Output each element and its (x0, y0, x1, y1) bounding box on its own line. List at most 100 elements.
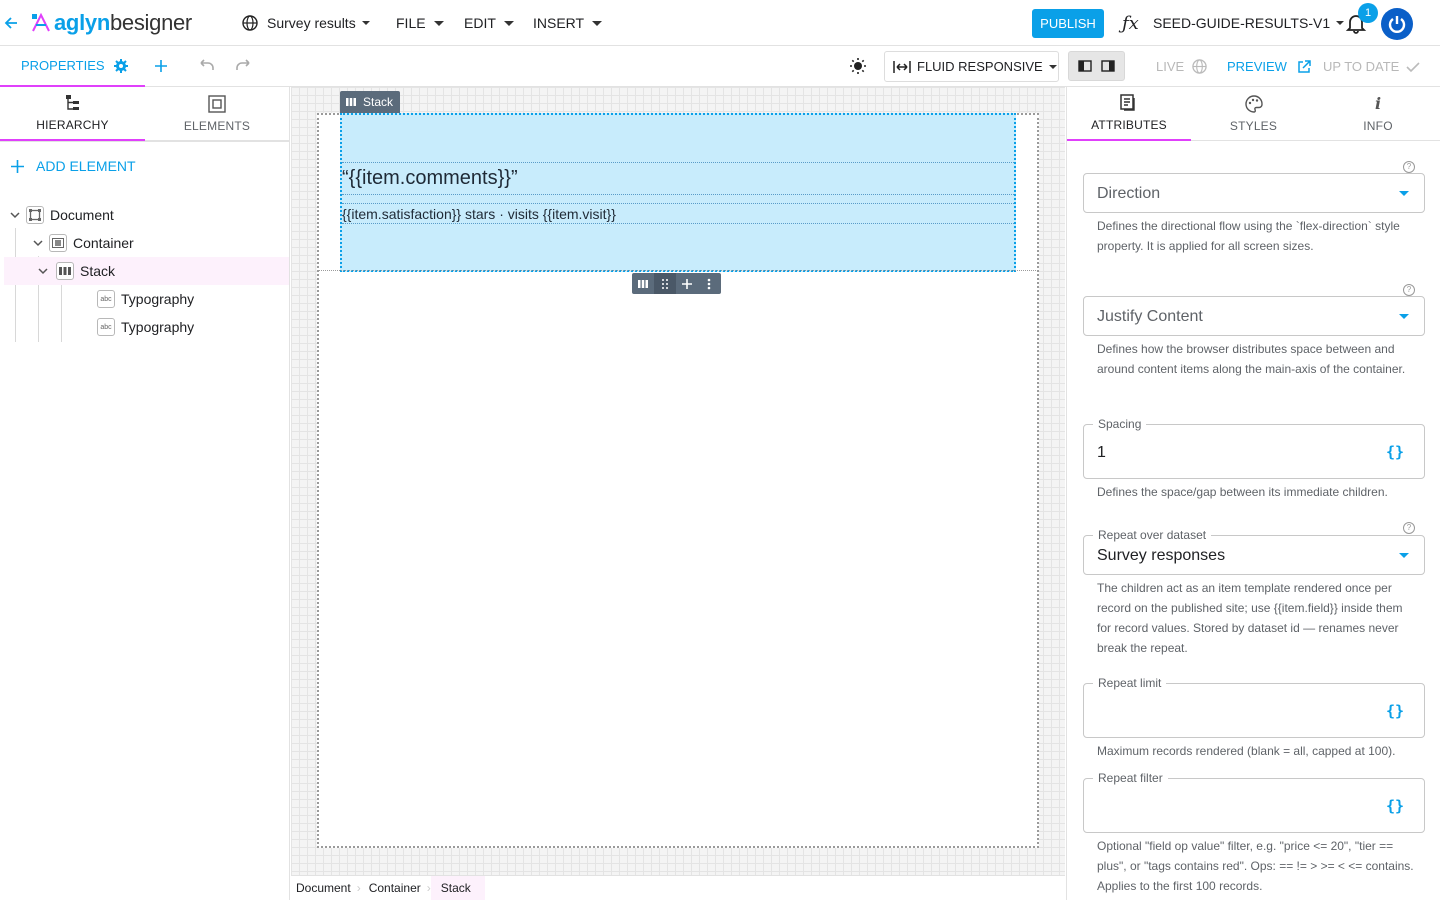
open-external-icon (1298, 59, 1311, 73)
stack-tag: Stack (340, 91, 401, 113)
justify-help: Defines how the browser distributes spac… (1097, 342, 1406, 376)
typography-icon: abc (97, 318, 115, 336)
design-canvas[interactable]: Stack “{{item.comments}}” {{item.satisfa… (291, 87, 1065, 900)
notification-count: 1 (1364, 7, 1372, 19)
tab-elements[interactable]: ELEMENTS (145, 87, 289, 141)
chevron-down-icon (592, 20, 603, 26)
more-options-button[interactable] (698, 278, 720, 290)
left-panel-icon[interactable] (1078, 60, 1092, 72)
app-logo: aglynbesigner (30, 0, 192, 46)
page-name: SEED-GUIDE-RESULTS-V1 (1153, 15, 1331, 31)
notification-badge: 1 (1358, 3, 1378, 23)
drag-handle[interactable] (654, 273, 676, 294)
right-panel-icon[interactable] (1101, 60, 1115, 72)
logo-text-secondary: besigner (109, 10, 192, 35)
hierarchy-icon (65, 95, 79, 110)
add-element-button[interactable]: ADD ELEMENT (11, 158, 136, 174)
typography-comments[interactable]: “{{item.comments}}” (342, 162, 1014, 195)
tab-hierarchy[interactable]: HIERARCHY (0, 87, 145, 141)
tab-info-label: INFO (1363, 118, 1393, 133)
chevron-down-icon[interactable] (4, 211, 26, 219)
arrow-left-icon (4, 17, 17, 29)
tree-item-typography[interactable]: abc Typography (97, 313, 194, 341)
redo-button[interactable] (234, 59, 254, 73)
help-icon[interactable]: ? (1403, 284, 1415, 296)
stack-layout-button[interactable] (632, 279, 654, 288)
globe-icon (1192, 59, 1207, 74)
typography-satisfaction[interactable]: {{item.satisfaction}} stars · visits {{i… (342, 203, 1014, 224)
typography-icon: abc (97, 290, 115, 308)
chevron-down-icon (433, 20, 444, 26)
tree-item-label: Container (73, 235, 134, 251)
power-icon (1388, 16, 1406, 33)
toolbar: PROPERTIES FLUID RESPONSIVE LIVE PREVIEW… (0, 46, 1440, 87)
binding-icon[interactable]: {} (1386, 443, 1404, 461)
undo-button[interactable] (196, 59, 216, 73)
spacing-field[interactable]: Spacing 1 {} (1083, 417, 1425, 479)
repeat-filter-field[interactable]: Repeat filter {} (1083, 771, 1425, 833)
menu-edit[interactable]: EDIT (464, 0, 514, 46)
help-icon[interactable]: ? (1403, 522, 1415, 534)
tree-item-label: Typography (121, 319, 195, 335)
justify-content-select[interactable]: Justify Content (1083, 296, 1425, 336)
plus-icon (155, 60, 167, 72)
stack-boundary (318, 270, 1038, 271)
breadcrumb-item-document[interactable]: Document (291, 875, 363, 900)
tree-item-label: Document (50, 207, 114, 223)
binding-icon[interactable]: {} (1386, 702, 1404, 720)
breadcrumb-item-stack[interactable]: Stack (430, 875, 485, 900)
tab-styles-label: STYLES (1229, 118, 1278, 133)
tab-attributes[interactable]: ATTRIBUTES (1067, 87, 1191, 141)
stack-tag-label: Stack (363, 95, 394, 109)
tab-styles[interactable]: STYLES (1191, 87, 1316, 141)
status-label: UP TO DATE (1323, 59, 1400, 74)
logo-text-primary: aglyn (54, 10, 110, 35)
menu-insert[interactable]: INSERT (533, 0, 603, 46)
info-icon: i (1374, 93, 1382, 113)
spacing-help: Defines the space/gap between its immedi… (1097, 485, 1388, 499)
dropdown-arrow-icon (1399, 314, 1409, 319)
tree-item-container[interactable]: Container (27, 229, 289, 257)
add-button[interactable] (153, 58, 169, 74)
breadcrumb: Document › Container › Stack (291, 875, 1065, 900)
layout-mode-select[interactable]: FLUID RESPONSIVE (884, 51, 1059, 82)
tab-info[interactable]: i INFO (1316, 87, 1440, 141)
menu-file[interactable]: FILE (396, 0, 444, 46)
add-child-button[interactable] (676, 278, 698, 289)
fx-icon[interactable]: ƒx (1122, 0, 1139, 46)
menu-insert-label: INSERT (533, 15, 585, 31)
avatar[interactable] (1381, 8, 1413, 40)
tree-item-typography[interactable]: abc Typography (97, 285, 194, 313)
preview-button[interactable]: PREVIEW (1227, 46, 1311, 87)
binding-icon[interactable]: {} (1386, 797, 1404, 815)
publish-button[interactable]: PUBLISH (1032, 9, 1104, 38)
right-panel: ATTRIBUTES STYLES i INFO ? Direction Def… (1066, 87, 1440, 900)
properties-tab[interactable]: PROPERTIES (0, 46, 145, 87)
repeat-limit-field[interactable]: Repeat limit {} (1083, 676, 1425, 738)
tree-item-stack[interactable]: Stack (4, 257, 289, 285)
back-button[interactable] (4, 0, 18, 46)
repeat-limit-label: Repeat limit (1093, 676, 1167, 690)
direction-select[interactable]: Direction (1083, 173, 1425, 213)
repeat-dataset-select[interactable]: Repeat over dataset Survey responses (1083, 528, 1425, 575)
chevron-down-icon[interactable] (4, 267, 50, 275)
elements-icon (208, 94, 226, 113)
chevron-down-icon (1336, 21, 1345, 25)
stack-icon (346, 98, 356, 106)
fluid-width-icon (893, 60, 911, 73)
tree-item-label: Typography (121, 291, 195, 307)
breadcrumb-item-container[interactable]: Container (361, 876, 433, 900)
container-icon (49, 234, 67, 252)
live-button[interactable]: LIVE (1156, 46, 1207, 87)
chevron-down-icon[interactable] (27, 239, 49, 247)
preview-label: PREVIEW (1227, 59, 1287, 74)
help-icon[interactable]: ? (1403, 161, 1415, 173)
gear-icon (113, 58, 128, 73)
properties-label: PROPERTIES (21, 58, 105, 73)
repeat-help: The children act as an item template ren… (1097, 581, 1403, 655)
tree-item-document[interactable]: Document (4, 201, 289, 229)
site-selector[interactable]: Survey results (242, 0, 370, 46)
page-selector[interactable]: SEED-GUIDE-RESULTS-V1 (1153, 0, 1345, 46)
dropdown-arrow-icon (1399, 191, 1409, 196)
theme-toggle[interactable] (849, 57, 867, 75)
